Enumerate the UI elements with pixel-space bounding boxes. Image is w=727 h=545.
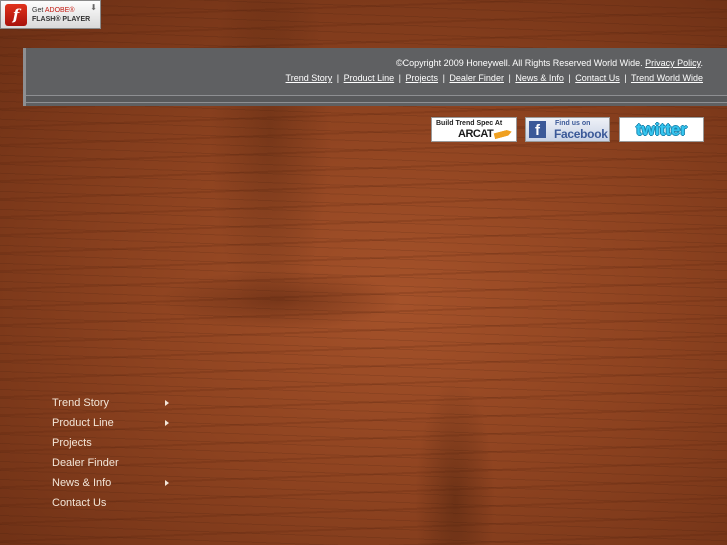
footer-link-dealer-finder[interactable]: Dealer Finder bbox=[449, 73, 504, 83]
nav-item-trend-story[interactable]: Trend Story bbox=[52, 393, 172, 413]
twitter-wordmark: twitter bbox=[636, 119, 687, 139]
side-nav: Trend Story Product Line Projects Dealer… bbox=[52, 393, 172, 513]
nav-item-label: Contact Us bbox=[52, 497, 107, 509]
nav-item-projects[interactable]: Projects bbox=[52, 433, 172, 453]
pencil-icon bbox=[494, 129, 513, 139]
submenu-arrow-icon bbox=[165, 400, 169, 406]
submenu-arrow-icon bbox=[165, 420, 169, 426]
privacy-policy-link[interactable]: Privacy Policy bbox=[645, 58, 700, 68]
copyright-line: ©Copyright 2009 Honeywell. All Rights Re… bbox=[396, 58, 703, 68]
facebook-icon: f bbox=[529, 121, 546, 138]
footer-bar: ©Copyright 2009 Honeywell. All Rights Re… bbox=[23, 48, 727, 106]
footer-link-trend-world-wide[interactable]: Trend World Wide bbox=[631, 73, 703, 83]
nav-item-product-line[interactable]: Product Line bbox=[52, 413, 172, 433]
nav-item-label: News & Info bbox=[52, 477, 112, 489]
arcat-logo: ARCAT bbox=[458, 128, 494, 140]
copyright-text: ©Copyright 2009 Honeywell. All Rights Re… bbox=[396, 58, 643, 68]
download-arrow-icon: ⬇ bbox=[90, 3, 97, 12]
nav-item-contact-us[interactable]: Contact Us bbox=[52, 493, 172, 513]
flash-icon: f bbox=[5, 3, 27, 26]
link-separator: | bbox=[442, 73, 445, 83]
footer-links: Trend Story | Product Line | Projects | … bbox=[286, 73, 703, 83]
facebook-tagline: Find us on bbox=[555, 120, 591, 127]
link-separator: | bbox=[336, 73, 340, 83]
link-separator: | bbox=[624, 73, 627, 83]
facebook-badge[interactable]: f Find us on Facebook bbox=[525, 117, 610, 142]
flash-badge-text: Get ADOBE® FLASH® PLAYER bbox=[32, 6, 91, 23]
footer-link-contact-us[interactable]: Contact Us bbox=[575, 73, 620, 83]
twitter-badge[interactable]: twitter bbox=[619, 117, 704, 142]
footer-link-trend-story[interactable]: Trend Story bbox=[286, 73, 333, 83]
footer-link-news-info[interactable]: News & Info bbox=[515, 73, 564, 83]
link-separator: | bbox=[508, 73, 511, 83]
nav-item-label: Projects bbox=[52, 437, 92, 449]
nav-item-label: Product Line bbox=[52, 417, 114, 429]
link-separator: | bbox=[398, 73, 402, 83]
submenu-arrow-icon bbox=[165, 480, 169, 486]
facebook-wordmark: Facebook bbox=[554, 127, 608, 141]
arcat-tagline: Build Trend Spec At bbox=[436, 120, 503, 127]
arcat-spec-badge[interactable]: Build Trend Spec At ARCAT bbox=[431, 117, 517, 142]
nav-item-news-info[interactable]: News & Info bbox=[52, 473, 172, 493]
footer-link-projects[interactable]: Projects bbox=[406, 73, 439, 83]
nav-item-dealer-finder[interactable]: Dealer Finder bbox=[52, 453, 172, 473]
get-flash-player-badge[interactable]: f Get ADOBE® FLASH® PLAYER ⬇ bbox=[0, 0, 101, 29]
footer-link-product-line[interactable]: Product Line bbox=[344, 73, 395, 83]
nav-item-label: Trend Story bbox=[52, 397, 110, 409]
nav-item-label: Dealer Finder bbox=[52, 457, 119, 469]
link-separator: | bbox=[568, 73, 571, 83]
